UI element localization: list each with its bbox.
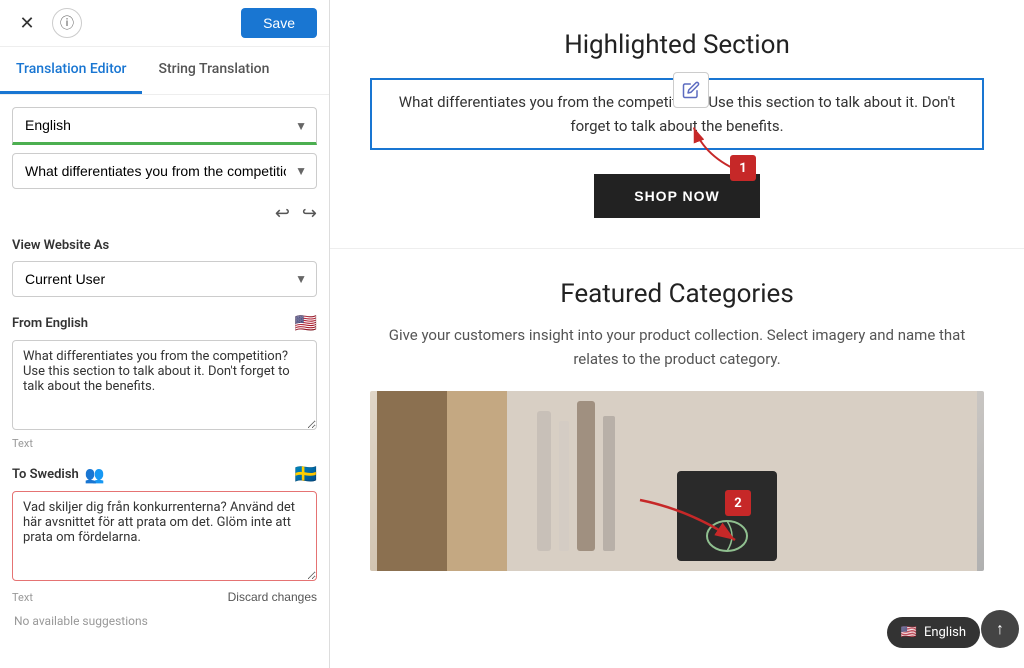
- from-english-field-label: Text: [12, 437, 317, 450]
- people-icon: 👥: [85, 465, 105, 484]
- to-swedish-label: To Swedish 👥: [12, 465, 105, 484]
- to-swedish-text: To Swedish: [12, 467, 79, 482]
- to-swedish-header: To Swedish 👥 🇸🇪: [12, 464, 317, 485]
- language-select-wrap: English Swedish French ▼: [12, 107, 317, 145]
- tab-translation-editor[interactable]: Translation Editor: [0, 47, 142, 94]
- featured-section-title: Featured Categories: [370, 279, 984, 309]
- view-as-select[interactable]: Current User Guest: [12, 261, 317, 297]
- undo-redo-bar: ↩ ↪: [12, 197, 317, 228]
- redo-button[interactable]: ↪: [302, 203, 317, 224]
- us-flag-icon: 🇺🇸: [295, 313, 317, 334]
- panel-body: English Swedish French ▼ What differenti…: [0, 95, 329, 668]
- swedish-flag-icon: 🇸🇪: [295, 464, 317, 485]
- badge-1: 1: [730, 155, 756, 181]
- swedish-bottom-area: Text Discard changes: [12, 587, 317, 604]
- to-swedish-textarea[interactable]: Vad skiljer dig från konkurrenterna? Anv…: [12, 491, 317, 581]
- string-select-wrap: What differentiates you from the competi…: [12, 153, 317, 189]
- featured-section: Featured Categories Give your customers …: [330, 249, 1024, 601]
- tab-string-translation[interactable]: String Translation: [142, 47, 285, 94]
- product-image-svg: [370, 391, 984, 571]
- language-badge-label: English: [924, 625, 966, 640]
- no-suggestions-text: No available suggestions: [12, 614, 317, 628]
- language-select[interactable]: English Swedish French: [12, 107, 317, 145]
- badge-2: 2: [725, 490, 751, 516]
- language-badge-flag: 🇺🇸: [901, 625, 917, 640]
- pencil-icon: [682, 81, 700, 99]
- right-panel: 1 Highlighted Section What differentiate…: [330, 0, 1024, 668]
- view-website-as-label: View Website As: [12, 238, 317, 253]
- to-swedish-textarea-wrap: Vad skiljer dig från konkurrenterna? Anv…: [12, 491, 317, 585]
- featured-section-description: Give your customers insight into your pr…: [370, 323, 984, 371]
- language-badge[interactable]: 🇺🇸 English: [887, 617, 980, 648]
- highlighted-section-title: Highlighted Section: [370, 30, 984, 60]
- top-bar: ✕ ⓘ Save: [0, 0, 329, 47]
- scroll-top-button[interactable]: ↑: [981, 610, 1019, 648]
- edit-icon-box[interactable]: [673, 72, 709, 108]
- left-panel: ✕ ⓘ Save Translation Editor String Trans…: [0, 0, 330, 668]
- from-english-textarea[interactable]: What differentiates you from the competi…: [12, 340, 317, 430]
- from-english-label: From English: [12, 316, 88, 331]
- from-english-header: From English 🇺🇸: [12, 313, 317, 334]
- close-button[interactable]: ✕: [12, 8, 42, 38]
- product-image: [370, 391, 984, 571]
- view-as-select-wrap: Current User Guest ▼: [12, 261, 317, 297]
- save-button[interactable]: Save: [241, 8, 317, 38]
- highlighted-section: Highlighted Section What differentiates …: [330, 0, 1024, 249]
- discard-changes-button[interactable]: Discard changes: [228, 590, 317, 604]
- string-select[interactable]: What differentiates you from the competi…: [12, 153, 317, 189]
- tabs: Translation Editor String Translation: [0, 47, 329, 95]
- undo-button[interactable]: ↩: [275, 203, 290, 224]
- to-swedish-field-label: Text: [12, 591, 33, 604]
- info-button[interactable]: ⓘ: [52, 8, 82, 38]
- from-english-textarea-wrap: What differentiates you from the competi…: [12, 340, 317, 434]
